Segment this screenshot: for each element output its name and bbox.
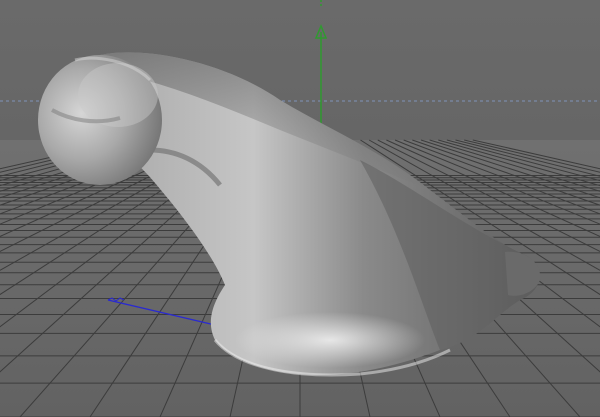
3d-viewport[interactable] xyxy=(0,0,600,417)
mesh-head xyxy=(38,55,162,185)
viewport-canvas[interactable] xyxy=(0,0,600,417)
mesh-base-highlight xyxy=(235,312,425,368)
